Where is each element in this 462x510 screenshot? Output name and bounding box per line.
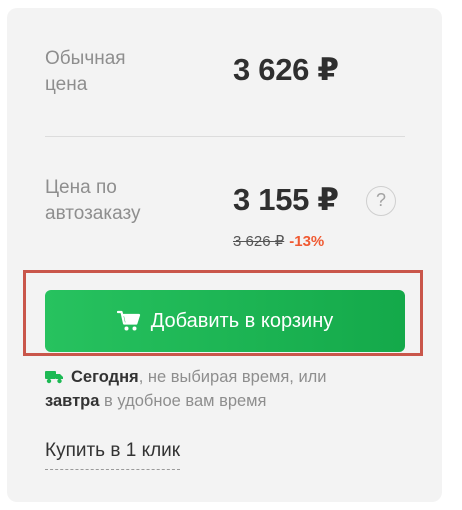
- delivery-tomorrow-text: в удобное вам время: [99, 392, 267, 410]
- autoorder-price-label: Цена по автозаказу: [45, 177, 141, 224]
- delivery-today-text: , не выбирая время, или: [138, 368, 327, 386]
- cart-icon: [116, 310, 141, 332]
- regular-price-value: 3 626 ₽: [233, 52, 339, 87]
- delivery-info: Сегодня, не выбирая время, или завтра в у…: [45, 366, 395, 412]
- delivery-tomorrow: завтра: [45, 392, 100, 410]
- add-to-cart-button[interactable]: Добавить в корзину: [45, 290, 405, 352]
- autoorder-price-value: 3 155 ₽: [233, 182, 339, 217]
- delivery-today: Сегодня: [71, 368, 139, 386]
- buy-one-click-link[interactable]: Купить в 1 клик: [45, 440, 181, 470]
- divider: [45, 136, 405, 137]
- old-price: 3 626 ₽: [233, 233, 285, 250]
- add-to-cart-label: Добавить в корзину: [150, 309, 334, 332]
- price-card: Обычная цена 3 626 ₽ Цена по автозаказу …: [7, 8, 442, 502]
- regular-price-label: Обычная цена: [45, 48, 126, 95]
- truck-icon: [45, 368, 65, 390]
- discount-badge: -13%: [289, 233, 325, 250]
- old-price-line: 3 626 ₽ -13%: [233, 232, 324, 250]
- help-icon[interactable]: ?: [366, 186, 396, 216]
